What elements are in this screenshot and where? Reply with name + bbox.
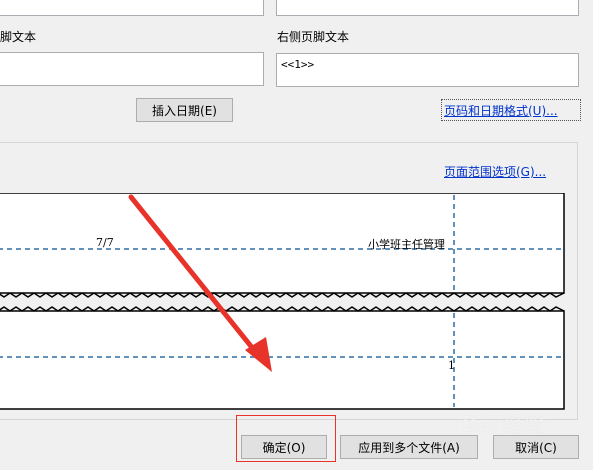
page-range-options-link[interactable]: 页面范围选项(G)... (444, 163, 546, 180)
baidu-watermark: Bai 经验 (462, 412, 545, 436)
page-preview-graphic (0, 193, 565, 410)
preview-page-number: 1 (448, 359, 455, 372)
top-right-field[interactable] (276, 0, 579, 16)
page-preview: 7/7 小学班主任管理 1 (0, 193, 566, 411)
apply-multiple-button[interactable]: 应用到多个文件(A) (340, 435, 478, 459)
right-footer-label: 右侧页脚文本 (277, 30, 350, 44)
preview-page-count: 7/7 (96, 236, 114, 249)
preview-header-title: 小学班主任管理 (368, 238, 445, 251)
cancel-button[interactable]: 取消(C) (493, 435, 579, 459)
insert-date-button[interactable]: 插入日期(E) (136, 98, 233, 122)
right-footer-value: <<1>> (281, 58, 315, 71)
page-date-format-link[interactable]: 页码和日期格式(U)... (444, 102, 558, 119)
ok-highlight-box (236, 415, 336, 462)
preview-lower-page (0, 310, 565, 410)
preview-upper-page (0, 193, 565, 294)
left-footer-input[interactable] (0, 52, 264, 86)
left-footer-label: 脚文本 (0, 30, 37, 44)
top-left-field[interactable] (0, 0, 264, 16)
right-footer-input[interactable]: <<1>> (276, 53, 579, 87)
